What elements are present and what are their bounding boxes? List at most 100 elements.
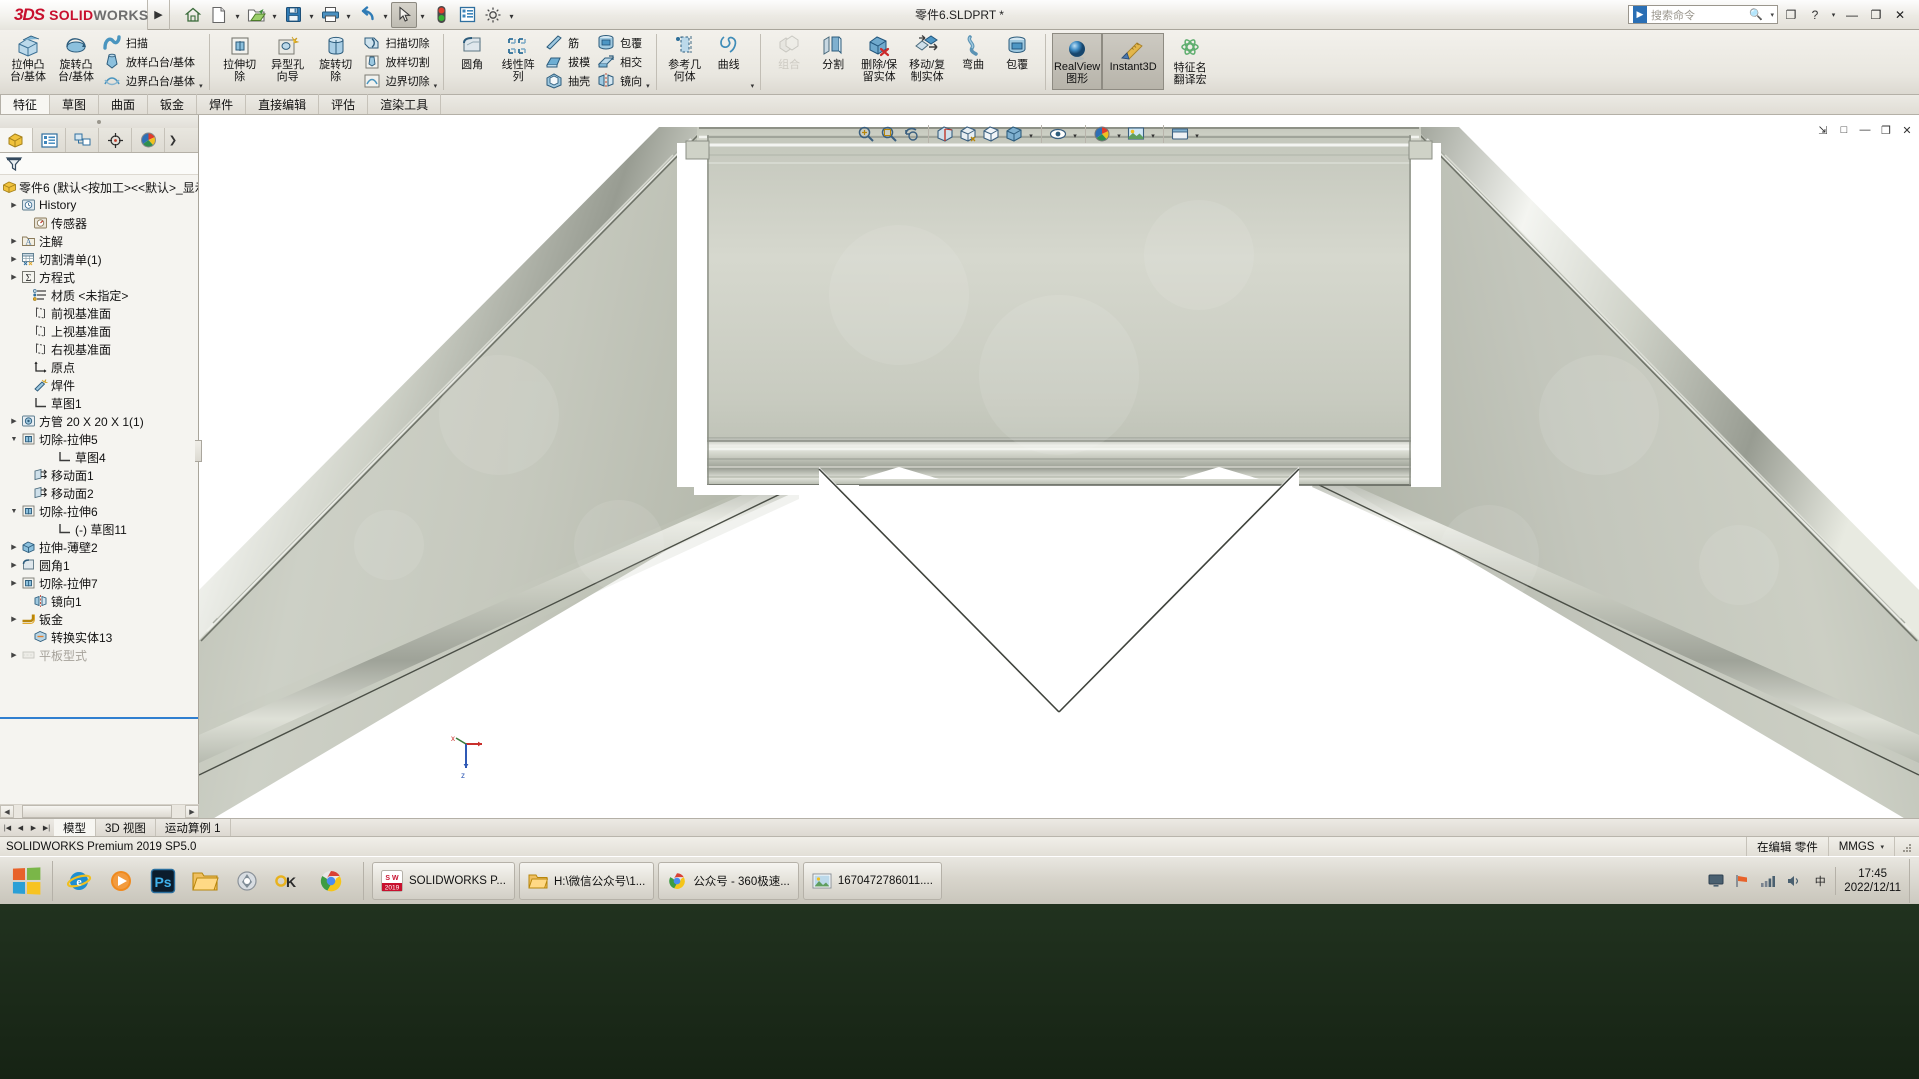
select-caret-icon[interactable]: ▾ — [417, 2, 428, 28]
wrap-body-button[interactable]: 包覆 — [995, 30, 1039, 94]
hide-show-caret-icon[interactable]: ▾ — [1070, 123, 1080, 145]
view-orientation-icon[interactable] — [957, 123, 979, 145]
search-magnifier-icon[interactable]: 🔍 — [1749, 8, 1763, 21]
tree-row-sheetmetal[interactable]: 钣金 — [0, 610, 198, 628]
next-tab-button[interactable]: ▶ — [27, 820, 40, 836]
tree-toggle[interactable] — [8, 273, 20, 281]
restore-window-icon[interactable]: ❐ — [1780, 4, 1802, 26]
tree-pull-tab[interactable] — [195, 440, 202, 462]
tree-toggle[interactable] — [8, 579, 20, 587]
tree-row-cut-extrude6[interactable]: 切除-拉伸6 — [0, 502, 198, 520]
status-units-selector[interactable]: MMGS ▾ — [1827, 836, 1894, 857]
network-tray-icon[interactable] — [1759, 872, 1777, 890]
open-folder-caret-icon[interactable]: ▾ — [269, 2, 280, 28]
close-button[interactable]: ✕ — [1889, 4, 1911, 26]
revolved-boss-base-button[interactable]: 旋转凸 台/基体 — [52, 30, 100, 94]
tab-surfaces[interactable]: 曲面 — [99, 94, 149, 114]
tree-row-convert-entities13[interactable]: 转换实体13 — [0, 628, 198, 646]
feature-tree-rollback-bar[interactable] — [0, 717, 198, 719]
minimize-doc-button[interactable]: — — [1857, 122, 1873, 138]
dimxpert-manager-tab[interactable] — [99, 128, 132, 152]
tree-row-part-root[interactable]: 零件6 (默认<按加工><<默认>_显示状 — [0, 178, 198, 196]
view-settings-icon[interactable] — [1169, 123, 1191, 145]
bottom-tab-3dviews[interactable]: 3D 视图 — [96, 819, 156, 836]
undo-caret-icon[interactable]: ▾ — [380, 2, 391, 28]
tree-row-cut-extrude5[interactable]: 切除-拉伸5 — [0, 430, 198, 448]
taskbar-window-solidworks[interactable]: S W 2019 SOLIDWORKS P... — [372, 861, 515, 900]
save-icon[interactable] — [280, 2, 306, 28]
scroll-thumb[interactable] — [22, 805, 172, 818]
tree-horizontal-scrollbar[interactable]: ◀ ▶ — [0, 804, 199, 818]
document-properties-icon[interactable] — [454, 2, 480, 28]
shell-button[interactable]: 抽壳 — [542, 71, 594, 90]
boundary-cut-button[interactable]: 边界切除 — [360, 71, 434, 90]
units-caret-icon[interactable]: ▾ — [1880, 843, 1884, 851]
restore-doc-icon[interactable]: ⇲ — [1815, 122, 1831, 138]
panel-grip[interactable] — [0, 115, 198, 128]
instant3d-toggle[interactable]: Instant3D — [1102, 33, 1165, 90]
wrap-button[interactable]: 包覆 — [594, 33, 646, 52]
lofted-cut-button[interactable]: 放样切割 — [360, 52, 434, 71]
tree-toggle[interactable] — [8, 417, 20, 425]
tree-row-move-face1[interactable]: 移动面1 — [0, 466, 198, 484]
reference-group-caret-icon[interactable]: ▾ — [751, 30, 755, 94]
save-caret-icon[interactable]: ▾ — [306, 2, 317, 28]
new-document-icon[interactable] — [206, 2, 232, 28]
tree-row-history[interactable]: History — [0, 196, 198, 214]
tree-row-sensors[interactable]: 传感器 — [0, 214, 198, 232]
tree-row-extrude-thin2[interactable]: 拉伸-薄壁2 — [0, 538, 198, 556]
chrome-icon[interactable] — [313, 861, 349, 901]
mirror-button[interactable]: 镜向 — [594, 71, 646, 90]
tree-toggle[interactable] — [8, 201, 20, 209]
lofted-boss-button[interactable]: 放样凸台/基体 — [100, 52, 199, 71]
zoom-to-area-icon[interactable] — [878, 123, 900, 145]
help-icon[interactable]: ? — [1804, 4, 1826, 26]
feature-manager-tab[interactable] — [0, 128, 33, 152]
solidworks-logo[interactable]: 3DS SOLIDWORKS — [0, 0, 148, 30]
tree-row-sketch4[interactable]: 草图4 — [0, 448, 198, 466]
folder-explorer-icon[interactable] — [187, 861, 223, 901]
tree-toggle[interactable] — [8, 255, 20, 263]
scroll-track[interactable] — [14, 805, 185, 818]
photoshop-icon[interactable]: Ps — [145, 861, 181, 901]
tree-row-origin[interactable]: 原点 — [0, 358, 198, 376]
show-desktop-button[interactable] — [1909, 858, 1919, 903]
realview-graphics-toggle[interactable]: RealView 图形 — [1052, 33, 1103, 90]
edit-appearance-caret-icon[interactable]: ▾ — [1114, 123, 1124, 145]
tab-evaluate[interactable]: 评估 — [319, 94, 369, 114]
hole-wizard-button[interactable]: 异型孔 向导 — [264, 30, 312, 94]
feature-name-translate-macro-button[interactable]: 特征名 翻译宏 — [1166, 33, 1214, 90]
delete-keep-body-button[interactable]: 删除/保 留实体 — [855, 30, 903, 94]
close-doc-button[interactable]: ✕ — [1899, 122, 1915, 138]
tree-row-material[interactable]: 材质 <未指定> — [0, 286, 198, 304]
tree-row-flat-pattern[interactable]: 平板型式 — [0, 646, 198, 664]
resize-grip-icon[interactable] — [1894, 836, 1919, 857]
open-folder-icon[interactable] — [243, 2, 269, 28]
rib-button[interactable]: 筋 — [542, 33, 594, 52]
tree-toggle[interactable] — [8, 561, 20, 569]
intersect-button[interactable]: 相交 — [594, 52, 646, 71]
tree-toggle[interactable] — [8, 508, 20, 515]
flag-tray-icon[interactable] — [1733, 872, 1751, 890]
view-settings-caret-icon[interactable]: ▾ — [1192, 123, 1202, 145]
flex-button[interactable]: 弯曲 — [951, 30, 995, 94]
taskbar-window-chrome[interactable]: 公众号 - 360极速... — [658, 861, 799, 900]
menu-expand-arrow-icon[interactable]: ▶ — [148, 0, 170, 30]
new-document-caret-icon[interactable]: ▾ — [232, 2, 243, 28]
scroll-right-arrow[interactable]: ▶ — [185, 805, 199, 818]
undo-icon[interactable] — [354, 2, 380, 28]
tree-row-right-plane[interactable]: 右视基准面 — [0, 340, 198, 358]
curves-button[interactable]: 曲线 — [707, 30, 751, 94]
scroll-left-arrow[interactable]: ◀ — [0, 805, 14, 818]
first-tab-button[interactable]: |◀ — [1, 820, 14, 836]
revolved-cut-button[interactable]: 旋转切除 — [312, 30, 360, 94]
tree-row-mirror1[interactable]: 镜向1 — [0, 592, 198, 610]
move-copy-body-button[interactable]: 移动/复 制实体 — [903, 30, 951, 94]
tree-toggle[interactable] — [8, 543, 20, 551]
tree-row-cutlist[interactable]: 切割清单(1) — [0, 250, 198, 268]
input-method-tray-icon[interactable]: 中 — [1811, 872, 1829, 890]
linear-pattern-button[interactable]: 线性阵列 — [494, 30, 542, 94]
edit-appearance-icon[interactable] — [1091, 123, 1113, 145]
model-3d-view[interactable] — [199, 115, 1919, 818]
view-orientation-cube-icon[interactable] — [980, 123, 1002, 145]
